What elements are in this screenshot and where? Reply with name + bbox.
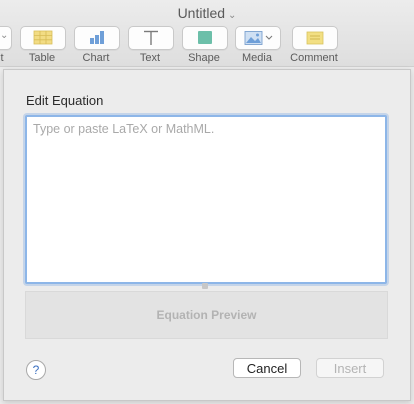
toolbar-shape-label: Shape — [188, 52, 220, 64]
insert-button[interactable]: Insert — [316, 358, 384, 378]
dialog-title: Edit Equation — [26, 93, 104, 108]
toolbar-chart-label: Chart — [82, 52, 110, 64]
help-button[interactable]: ? — [26, 360, 46, 380]
insert-icon: ⌄ — [0, 30, 9, 41]
toolbar-comment-button[interactable] — [292, 26, 338, 50]
equation-preview-label: Equation Preview — [156, 308, 257, 322]
toolbar-table-label: Table — [28, 52, 56, 64]
toolbar-comment-label: Comment — [290, 52, 338, 64]
chart-icon — [90, 31, 104, 44]
equation-preview: Equation Preview — [25, 291, 388, 339]
toolbar-media-label: Media — [242, 52, 272, 64]
resize-handle[interactable] — [202, 283, 208, 289]
help-icon: ? — [32, 363, 40, 377]
cancel-button[interactable]: Cancel — [233, 358, 301, 378]
toolbar-table-button[interactable] — [20, 26, 66, 50]
toolbar-chart-button[interactable] — [74, 26, 120, 50]
window-title-text: Untitled — [177, 5, 226, 21]
edit-equation-dialog: Edit Equation Equation Preview ? Cancel … — [3, 69, 411, 401]
table-icon — [33, 30, 53, 45]
shape-icon — [198, 31, 212, 44]
comment-icon — [306, 31, 324, 45]
toolbar-insert-button[interactable]: ⌄ — [0, 26, 12, 50]
toolbar-media-button[interactable] — [235, 26, 281, 50]
text-icon — [144, 30, 158, 45]
toolbar-text-label: Text — [139, 52, 161, 64]
toolbar-shape-button[interactable] — [182, 26, 228, 50]
toolbar-text-button[interactable] — [128, 26, 174, 50]
equation-editor[interactable] — [25, 115, 387, 284]
chevron-down-icon: ⌄ — [228, 10, 237, 21]
equation-input[interactable] — [27, 117, 385, 282]
toolbar: Untitled ⌄ ⌄ t Table Chart Text Shape Me… — [0, 0, 414, 67]
media-icon — [244, 31, 273, 45]
window-title[interactable]: Untitled ⌄ — [0, 5, 414, 21]
